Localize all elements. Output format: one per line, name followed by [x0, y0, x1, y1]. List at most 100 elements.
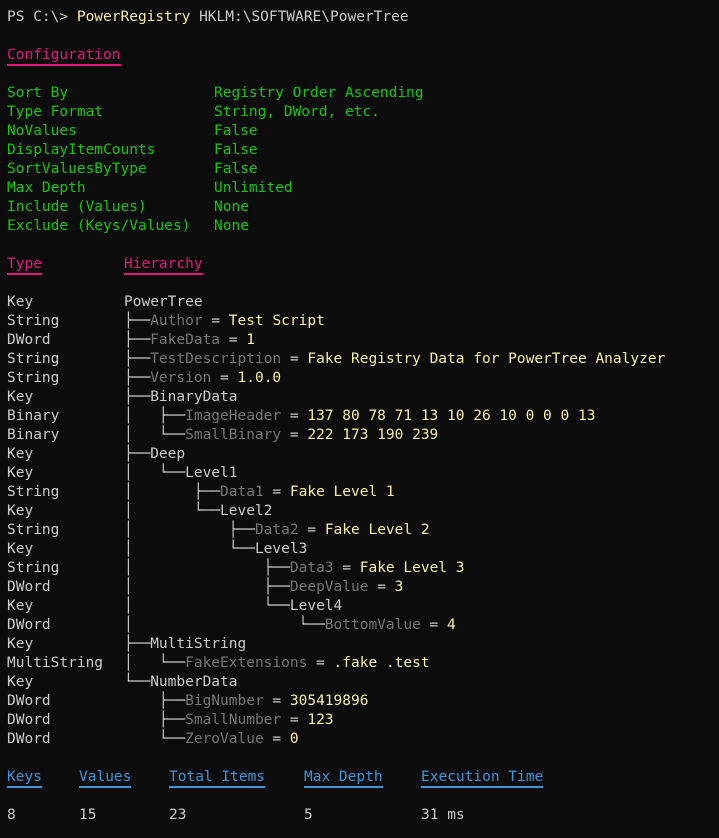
entry-type: DWord	[7, 731, 51, 747]
stat-label-cell: Total Items	[169, 768, 304, 788]
equals-sign: =	[281, 712, 308, 728]
value-name: ImageHeader	[185, 408, 282, 424]
value-data: Test Script	[228, 313, 325, 329]
entry-type: Binary	[7, 427, 60, 443]
value-data: .fake .test	[333, 655, 430, 671]
entry-type: Key	[7, 598, 34, 614]
value-data: 305419896	[289, 693, 369, 709]
equals-sign: =	[281, 351, 308, 367]
key-name: Deep	[150, 446, 186, 462]
entry-type: String	[7, 484, 60, 500]
config-value: False	[214, 123, 258, 139]
entry-type: DWord	[7, 617, 51, 633]
config-value: None	[214, 218, 249, 234]
tree-row: Key └──NumberData	[7, 673, 712, 692]
tree-branch: ├──	[124, 313, 151, 329]
value-name: Version	[150, 370, 212, 386]
tree-row: Key ├──BinaryData	[7, 388, 712, 407]
tree-row: String │ ├──Data3 = Fake Level 3	[7, 559, 712, 578]
config-table: Sort By Registry Order Ascending Type Form…	[7, 84, 712, 236]
entry-type: Key	[7, 541, 34, 557]
config-key: Type Format	[7, 104, 104, 120]
config-row: Exclude (Keys/Values) None	[7, 217, 712, 236]
value-name: FakeData	[150, 332, 221, 348]
tree-row: DWord │ └──BottomValue = 4	[7, 616, 712, 635]
tree-branch: └──	[124, 731, 186, 747]
equals-sign: =	[220, 332, 247, 348]
tree-branch: │ ├──	[124, 484, 221, 500]
key-name: Level1	[185, 465, 238, 481]
entry-type: DWord	[7, 693, 51, 709]
equals-sign: =	[263, 693, 290, 709]
value-name: BottomValue	[324, 617, 421, 633]
config-row: DisplayItemCounts False	[7, 141, 712, 160]
value-data: 4	[447, 617, 456, 633]
config-value: Unlimited	[214, 180, 293, 196]
value-data: 137 80 78 71 13 10 26 10 0 0 0 13	[307, 408, 596, 424]
equals-sign: =	[333, 560, 360, 576]
command-argument: HKLM:\SOFTWARE\PowerTree	[190, 9, 409, 25]
equals-sign: =	[281, 408, 308, 424]
entry-type: String	[7, 560, 60, 576]
tree-branch: │ └──	[124, 598, 290, 614]
key-name: NumberData	[150, 674, 238, 690]
terminal-window[interactable]: PS C:\> PowerRegistry HKLM:\SOFTWARE\Pow…	[0, 0, 719, 838]
config-value: None	[214, 199, 249, 215]
config-heading-line: Configuration	[7, 46, 712, 66]
value-name: DeepValue	[289, 579, 369, 595]
value-name: Data1	[220, 484, 264, 500]
tree-row: DWord ├──SmallNumber = 123	[7, 711, 712, 730]
key-name: BinaryData	[150, 389, 238, 405]
entry-type: Binary	[7, 408, 60, 424]
stats-labels-row: Keys Values Total Items Max Depth Execution …	[7, 768, 712, 788]
value-data: 123	[307, 712, 334, 728]
equals-sign: =	[263, 484, 290, 500]
config-value: Registry Order Ascending	[214, 85, 424, 101]
tree-row: String ├──Version = 1.0.0	[7, 369, 712, 388]
config-key: Exclude (Keys/Values)	[7, 218, 191, 234]
tree-row: DWord │ ├──DeepValue = 3	[7, 578, 712, 597]
entry-type: DWord	[7, 712, 51, 728]
stat-label: Max Depth	[304, 769, 383, 788]
value-name: TestDescription	[150, 351, 282, 367]
entry-type: Key	[7, 446, 34, 462]
stat-value: 31 ms	[421, 807, 465, 823]
entry-type: MultiString	[7, 655, 104, 671]
config-key: Max Depth	[7, 180, 86, 196]
entry-type: String	[7, 351, 60, 367]
tree-row: Key PowerTree	[7, 293, 712, 312]
tree-branch: ├──	[124, 332, 151, 348]
tree-row: Key ├──MultiString	[7, 635, 712, 654]
stats-values-row: 8 15 23 5 31 ms	[7, 806, 712, 825]
tree-row: Key │ └──Level2	[7, 502, 712, 521]
entry-type: DWord	[7, 579, 51, 595]
type-column-header: Type	[7, 256, 42, 275]
tree-row: Key ├──Deep	[7, 445, 712, 464]
tree-branch: ├──	[124, 693, 186, 709]
equals-sign: =	[307, 655, 334, 671]
config-row: SortValuesByType False	[7, 160, 712, 179]
registry-tree: Key PowerTree String ├──Author = Test Scrip…	[7, 293, 712, 749]
tree-row: String ├──TestDescription = Fake Registry…	[7, 350, 712, 369]
prompt-ps: PS C:\>	[7, 9, 77, 25]
tree-branch: ├──	[124, 370, 151, 386]
config-key: NoValues	[7, 123, 77, 139]
config-value: False	[214, 142, 258, 158]
key-name: PowerTree	[124, 294, 203, 310]
entry-type: Key	[7, 465, 34, 481]
tree-row: MultiString │ └──FakeExtensions = .fake .…	[7, 654, 712, 673]
tree-branch: │ └──	[124, 655, 186, 671]
tree-row: Key │ └──Level1	[7, 464, 712, 483]
tree-row: Binary │ └──SmallBinary = 222 173 190 239	[7, 426, 712, 445]
tree-branch: │ └──	[124, 465, 186, 481]
value-name: ZeroValue	[185, 731, 264, 747]
value-data: 0	[289, 731, 299, 747]
value-name: FakeExtensions	[185, 655, 308, 671]
config-row: Max Depth Unlimited	[7, 179, 712, 198]
config-row: Sort By Registry Order Ascending	[7, 84, 712, 103]
config-row: Include (Values) None	[7, 198, 712, 217]
config-key: SortValuesByType	[7, 161, 147, 177]
stat-label: Values	[79, 769, 132, 788]
command-name: PowerRegistry	[76, 9, 191, 25]
entry-type: String	[7, 370, 60, 386]
